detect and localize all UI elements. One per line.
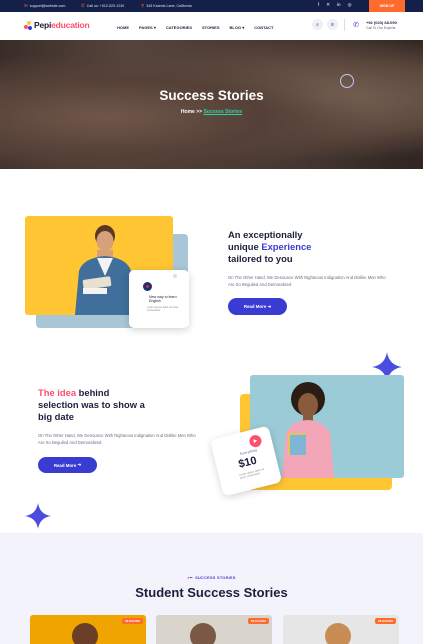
top-bar: ✉ support@website.com ✆ Call us: +012-02… xyxy=(0,0,423,12)
breadcrumb-separator: >> xyxy=(196,109,203,115)
duration-badge: 06 HOURS xyxy=(374,618,396,624)
main-header: Pepieducation HOME PAGES ▾ CATEGORIES ST… xyxy=(0,12,423,40)
instagram-icon[interactable]: ◎ xyxy=(348,2,352,8)
logo-prefix: Pepi xyxy=(34,20,52,30)
section-tag-label: SUCCESS STORIES xyxy=(195,576,236,580)
phone-icon: ✆ xyxy=(81,3,85,8)
nav-home[interactable]: HOME xyxy=(117,25,129,30)
circle-decoration xyxy=(340,74,354,88)
nav-blog-label: BLOG xyxy=(229,25,242,30)
menu-button[interactable]: ≡ xyxy=(327,19,338,30)
about2-line3: big date xyxy=(38,411,74,422)
star-decoration-icon xyxy=(25,503,51,529)
duration-badge: 06 HOURS xyxy=(121,618,143,624)
header-divider xyxy=(344,19,345,31)
mail-icon: ✉ xyxy=(24,3,28,8)
about2-line2: selection was to show a xyxy=(38,399,145,410)
about1-line2: unique Experience xyxy=(228,241,388,253)
linkedin-icon[interactable]: in xyxy=(337,2,341,8)
about2-heading: The idea behind selection was to show a … xyxy=(38,387,198,423)
breadcrumb-home[interactable]: Home xyxy=(181,109,195,115)
play-icon[interactable]: ▶ xyxy=(248,433,263,449)
address-text: 345 Kearnis Lane, California xyxy=(146,4,192,8)
hero-banner: Success Stories Home >> Success Stories xyxy=(0,40,423,169)
story-card[interactable]: 06 HOURS xyxy=(283,615,399,644)
facebook-icon[interactable]: f xyxy=(318,2,319,8)
section-tag: ●━ SUCCESS STORIES xyxy=(187,576,236,580)
card-dot xyxy=(173,274,177,278)
breadcrumb-current: Success Stories xyxy=(203,109,243,115)
twitter-icon[interactable]: ✕ xyxy=(326,2,330,8)
duration-badge: 06 HOURS xyxy=(247,618,269,624)
story-card[interactable]: 06 HOURS xyxy=(156,615,272,644)
topbar-call[interactable]: ✆ Call us: +012-020-1230 xyxy=(81,3,124,9)
course-card[interactable]: New way to learn English Lorem ipsum dol… xyxy=(129,270,189,328)
logo-accent: education xyxy=(51,20,90,30)
read-more-label: Read More xyxy=(53,462,77,468)
nav-contact[interactable]: CONTACT xyxy=(254,25,273,30)
about1-line1: An exceptionally xyxy=(228,229,303,240)
nav-stories[interactable]: STORIES xyxy=(202,25,220,30)
nav-categories[interactable]: CATEGORIES xyxy=(166,25,192,30)
topbar-address: ⚲ 345 Kearnis Lane, California xyxy=(141,3,192,9)
search-icon: ⌕ xyxy=(316,21,319,28)
chevron-down-icon: ▾ xyxy=(242,25,245,30)
location-icon: ⚲ xyxy=(141,3,145,8)
logo[interactable]: Pepieducation xyxy=(24,20,90,30)
arrow-right-icon: ➜ xyxy=(267,303,272,309)
nav-pages[interactable]: PAGES ▾ xyxy=(139,25,156,30)
email-text: support@website.com xyxy=(29,4,66,8)
course-card-sub: Lorem ipsum dolor sit amet consectetur xyxy=(147,306,179,313)
student-photo xyxy=(190,623,216,644)
about1-line2-pre: unique xyxy=(228,241,262,252)
main-nav: HOME PAGES ▾ CATEGORIES STORIES BLOG ▾ C… xyxy=(117,25,273,30)
nav-pages-label: PAGES xyxy=(139,25,153,30)
about1-heading: An exceptionally unique Experience tailo… xyxy=(228,229,388,265)
section-title: Student Success Stories xyxy=(135,585,288,600)
header-phone[interactable]: +92 (023) 68-090 xyxy=(366,20,397,25)
logo-text: Pepieducation xyxy=(34,20,90,30)
about2-body: On The Other Hand, We Denounce With Righ… xyxy=(38,433,196,445)
breadcrumb: Home >> Success Stories xyxy=(0,109,423,115)
about2-highlight: The idea xyxy=(38,387,77,398)
signup-button[interactable]: SIGN UP xyxy=(369,0,405,12)
story-card[interactable]: 06 HOURS xyxy=(30,615,146,644)
topbar-email[interactable]: ✉ support@website.com xyxy=(24,3,65,9)
nav-blog[interactable]: BLOG ▾ xyxy=(230,25,245,30)
student-photo xyxy=(72,623,98,644)
student-photo xyxy=(325,623,351,644)
menu-icon: ≡ xyxy=(331,21,334,28)
search-button[interactable]: ⌕ xyxy=(312,19,323,30)
about1-line3: tailored to you xyxy=(228,253,293,264)
about2-line1: The idea behind xyxy=(38,387,198,399)
about1-body: On The Other Hand, We Denounce With Righ… xyxy=(228,275,386,287)
page-title: Success Stories xyxy=(159,88,264,103)
phone-call-icon: ✆ xyxy=(353,22,359,29)
header-phone-sub: Call To Our Experts xyxy=(366,26,396,30)
read-more-label: Read More xyxy=(243,304,267,309)
flag-mark xyxy=(146,285,149,288)
chevron-down-icon: ▾ xyxy=(153,25,156,30)
about2-line1-rest: behind xyxy=(76,387,110,398)
read-more-button[interactable]: Read More ➜ xyxy=(228,298,287,315)
arrow-right-icon: ➜ xyxy=(77,462,82,467)
social-links: f ✕ in ◎ xyxy=(318,2,352,8)
read-more-button[interactable]: Read More ➜ xyxy=(38,457,97,473)
call-text: Call us: +012-020-1230 xyxy=(86,4,125,8)
logo-mark-icon xyxy=(24,20,32,30)
about1-highlight: Experience xyxy=(261,241,312,252)
price-value: $10 xyxy=(237,454,258,471)
course-card-title: New way to learn English xyxy=(149,295,177,304)
